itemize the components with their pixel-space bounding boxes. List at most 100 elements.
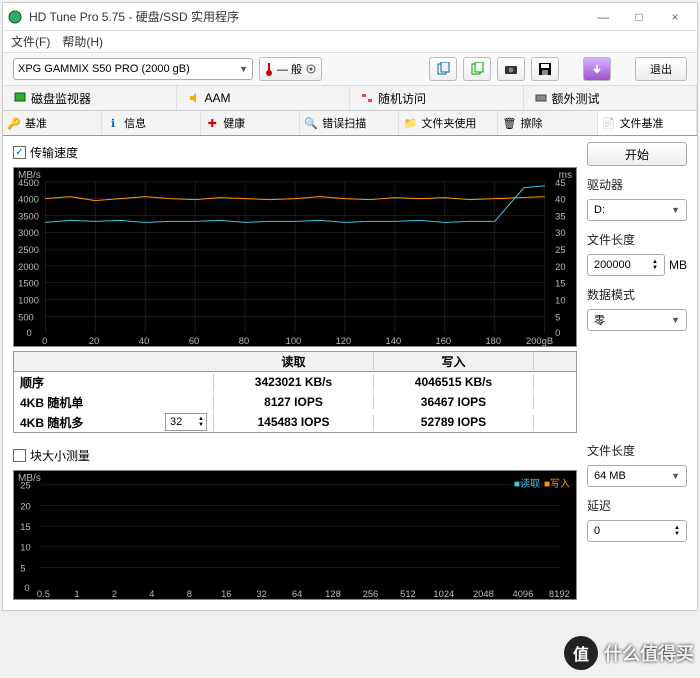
blocksize-label: 块大小测量 (30, 447, 90, 464)
svg-text:64: 64 (292, 589, 302, 599)
svg-text:4: 4 (149, 589, 154, 599)
tab-extra-tests[interactable]: 额外测试 (524, 86, 698, 110)
queue-depth-spinner[interactable]: 32▲▼ (165, 413, 207, 431)
svg-text:80: 80 (239, 336, 249, 346)
svg-text:4096: 4096 (513, 589, 534, 599)
check-icon (13, 449, 26, 462)
tabs-row-2: 🔑基准 ℹ信息 ✚健康 🔍错误扫描 📁文件夹使用 🗑擦除 📄文件基准 (3, 111, 697, 136)
table-row: 4KB 随机单 8127 IOPS 36467 IOPS (14, 392, 576, 412)
chevron-down-icon: ▼ (671, 205, 680, 215)
top-toolbar: XPG GAMMIX S50 PRO (2000 gB) ▼ — 般 退出 (3, 53, 697, 86)
copy-info-icon (470, 62, 484, 76)
drive-letter-select[interactable]: D:▼ (587, 199, 687, 221)
spinner-arrows-icon: ▲▼ (198, 416, 204, 428)
svg-text:10: 10 (555, 296, 565, 306)
svg-text:60: 60 (189, 336, 199, 346)
svg-text:15: 15 (555, 279, 565, 289)
svg-text:8192: 8192 (549, 589, 570, 599)
exit-button[interactable]: 退出 (635, 57, 687, 81)
svg-text:1024: 1024 (433, 589, 454, 599)
drive-select-value: XPG GAMMIX S50 PRO (2000 gB) (18, 63, 190, 75)
transfer-speed-checkbox[interactable]: ✓ 传输速度 (13, 142, 577, 163)
svg-text:200gB: 200gB (526, 336, 553, 346)
tab-erase[interactable]: 🗑擦除 (498, 111, 597, 135)
maximize-button[interactable]: □ (621, 5, 657, 29)
svg-text:100: 100 (286, 336, 302, 346)
svg-text:2000: 2000 (18, 262, 39, 272)
menu-help[interactable]: 帮助(H) (62, 33, 103, 50)
svg-text:15: 15 (20, 522, 30, 532)
svg-text:140: 140 (386, 336, 402, 346)
svg-text:1500: 1500 (18, 279, 39, 289)
tab-folder-usage[interactable]: 📁文件夹使用 (399, 111, 498, 135)
blocksize-checkbox[interactable]: 块大小测量 (13, 445, 577, 466)
col-write: 写入 (374, 353, 534, 370)
svg-text:20: 20 (20, 502, 30, 512)
transfer-speed-label: 传输速度 (30, 144, 78, 161)
menubar: 文件(F) 帮助(H) (3, 31, 697, 53)
tab-aam[interactable]: AAM (177, 86, 351, 110)
svg-text:0.5: 0.5 (37, 589, 50, 599)
folder-icon: 📁 (403, 116, 417, 130)
chevron-down-icon: ▼ (239, 64, 248, 74)
filelength2-select[interactable]: 64 MB▼ (587, 465, 687, 487)
drive-select[interactable]: XPG GAMMIX S50 PRO (2000 gB) ▼ (13, 58, 253, 80)
blocksize-chart: MB/s ■读取 ■写入 2520151050 0.51248163264128… (13, 470, 577, 600)
svg-text:160: 160 (436, 336, 452, 346)
tab-benchmark[interactable]: 🔑基准 (3, 111, 102, 135)
svg-text:40: 40 (139, 336, 149, 346)
filelength-unit: MB (669, 258, 687, 272)
filelength-spinner[interactable]: 200000▲▼ (587, 254, 665, 276)
tab-info[interactable]: ℹ信息 (102, 111, 201, 135)
tab-disk-monitor[interactable]: 磁盘监视器 (3, 86, 177, 110)
drive-label: 驱动器 (587, 176, 687, 193)
svg-text:500: 500 (18, 312, 34, 322)
svg-text:32: 32 (256, 589, 266, 599)
search-icon: 🔍 (304, 116, 318, 130)
svg-text:0: 0 (24, 583, 29, 593)
latency-spinner[interactable]: 0▲▼ (587, 520, 687, 542)
y-axis-unit: MB/s (18, 473, 41, 484)
svg-text:20: 20 (555, 262, 565, 272)
start-button[interactable]: 开始 (587, 142, 687, 166)
save-button[interactable] (531, 57, 559, 81)
copy-text-button[interactable] (429, 57, 457, 81)
tab-error-scan[interactable]: 🔍错误扫描 (300, 111, 399, 135)
check-icon: ✓ (13, 146, 26, 159)
y-axis-right-unit: ms (559, 170, 572, 181)
table-row: 4KB 随机多 32▲▼ 145483 IOPS 52789 IOPS (14, 412, 576, 432)
options-button[interactable] (583, 57, 611, 81)
svg-text:8: 8 (187, 589, 192, 599)
tabs-row-1: 磁盘监视器 AAM 随机访问 额外测试 (3, 86, 697, 111)
app-icon (7, 9, 23, 25)
tab-health[interactable]: ✚健康 (201, 111, 300, 135)
datamode-label: 数据模式 (587, 286, 687, 303)
spinner-arrows-icon: ▲▼ (652, 259, 658, 271)
svg-text:1000: 1000 (18, 296, 39, 306)
health-icon: ✚ (205, 116, 219, 130)
temperature-value: — 般 (277, 61, 302, 77)
menu-file[interactable]: 文件(F) (11, 33, 50, 50)
table-row: 顺序 3423021 KB/s 4046515 KB/s (14, 372, 576, 392)
svg-text:128: 128 (325, 589, 341, 599)
svg-text:0: 0 (26, 328, 31, 338)
filelength-label: 文件长度 (587, 231, 687, 248)
svg-text:40: 40 (555, 195, 565, 205)
minimize-button[interactable]: — (585, 5, 621, 29)
svg-text:16: 16 (221, 589, 231, 599)
watermark-logo: 值 (564, 636, 598, 670)
svg-text:5: 5 (555, 312, 560, 322)
tab-random-access[interactable]: 随机访问 (350, 86, 524, 110)
thermometer-icon (264, 62, 274, 76)
titlebar: HD Tune Pro 5.75 - 硬盘/SSD 实用程序 — □ × (3, 3, 697, 31)
svg-text:0: 0 (555, 328, 560, 338)
datamode-select[interactable]: 零▼ (587, 309, 687, 331)
svg-text:180: 180 (485, 336, 501, 346)
copy-info-button[interactable] (463, 57, 491, 81)
close-button[interactable]: × (657, 5, 693, 29)
screenshot-button[interactable] (497, 57, 525, 81)
tab-file-benchmark[interactable]: 📄文件基准 (598, 111, 697, 135)
svg-text:0: 0 (42, 336, 47, 346)
gauge-icon: 🔑 (7, 116, 21, 130)
temperature-button[interactable]: — 般 (259, 57, 322, 81)
